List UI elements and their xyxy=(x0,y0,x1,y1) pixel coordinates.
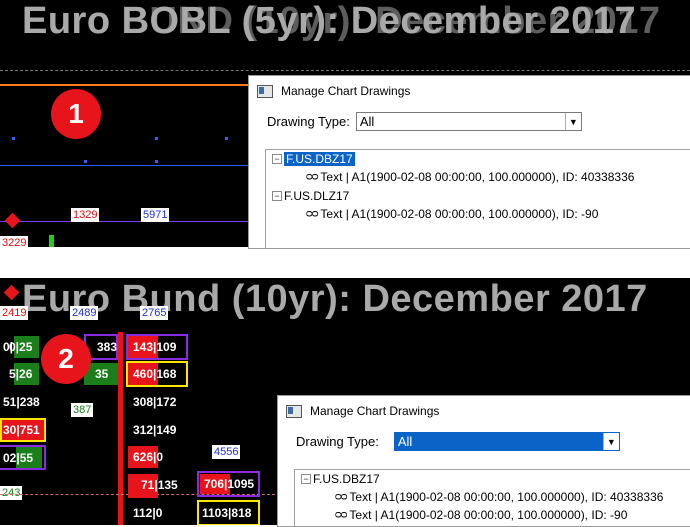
footprint-cell: 143|109 xyxy=(133,340,177,354)
glasses-icon: ᴑᴑ xyxy=(335,491,347,503)
footprint-cell: 1103|818 xyxy=(202,506,252,520)
tree-node-label: Text | A1(1900-02-08 00:00:00, 100.00000… xyxy=(349,508,628,522)
tree-node-label: F.US.DBZ17 xyxy=(284,152,355,166)
drawing-type-label: Drawing Type: xyxy=(267,114,350,129)
window-icon xyxy=(286,404,302,418)
footprint-cell: 626|0 xyxy=(133,450,164,464)
drawing-type-row: Drawing Type: All ▼ xyxy=(249,112,690,131)
tree-node-label: Text | A1(1900-02-08 00:00:00, 100.00000… xyxy=(320,170,635,184)
dialog-title-bar[interactable]: Manage Chart Drawings xyxy=(278,396,690,426)
footprint-cell: 312|149 xyxy=(133,423,177,437)
price-line-blue xyxy=(0,165,250,166)
chart-title: Euro Bund (10yr): December 2017 xyxy=(22,278,648,320)
footprint-cell: 706|1095 xyxy=(204,477,255,491)
footprint-cell: 0|25 xyxy=(9,340,33,354)
chevron-down-icon[interactable]: ▼ xyxy=(564,113,581,130)
footprint-cell: 71|135 xyxy=(141,478,178,492)
drawing-type-select[interactable]: All ▼ xyxy=(393,432,620,451)
tree-node-symbol[interactable]: − F.US.DBZ17 xyxy=(301,472,380,486)
glasses-icon: ᴑᴑ xyxy=(335,509,347,521)
marker-dot xyxy=(84,160,87,163)
step-badge-2: 2 xyxy=(41,334,91,384)
drawing-type-select[interactable]: All ▼ xyxy=(355,112,582,131)
footprint-cell: 112|0 xyxy=(133,506,163,520)
drawing-type-value: All xyxy=(359,114,375,129)
footprint-cell: 5|26 xyxy=(9,367,33,381)
tree-node-label: Text | A1(1900-02-08 00:00:00, 100.00000… xyxy=(320,207,599,221)
glasses-icon: ᴑᴑ xyxy=(306,208,318,220)
volume-label: 243 xyxy=(0,486,23,500)
marker-dot xyxy=(155,160,158,163)
volume-label: 3229 xyxy=(0,236,29,247)
footprint-cell: 383 xyxy=(97,340,118,354)
dialog-title: Manage Chart Drawings xyxy=(281,84,411,98)
volume-label: 1329 xyxy=(71,208,100,222)
marker-dot xyxy=(12,137,15,140)
tree-node-drawing[interactable]: ᴑᴑ Text | A1(1900-02-08 00:00:00, 100.00… xyxy=(306,207,598,221)
step-badge-1: 1 xyxy=(51,89,101,139)
volume-label: 387 xyxy=(71,403,94,417)
tree-node-label: F.US.DBZ17 xyxy=(313,472,380,486)
manage-drawings-dialog-2: Manage Chart Drawings Drawing Type: All … xyxy=(277,395,690,527)
minus-box-icon[interactable]: − xyxy=(301,474,311,484)
volume-label: 2419 xyxy=(0,306,29,320)
marker-dot xyxy=(155,137,158,140)
red-diamond-icon xyxy=(4,212,21,229)
footprint-cell: 51|238 xyxy=(3,395,40,409)
footprint-cell: 02|55 xyxy=(3,451,34,465)
drawing-type-label: Drawing Type: xyxy=(296,434,379,449)
tree-node-drawing[interactable]: ᴑᴑ Text | A1(1900-02-08 00:00:00, 100.00… xyxy=(306,170,634,184)
chevron-down-icon[interactable]: ▼ xyxy=(602,433,619,450)
footprint-cell: 35 xyxy=(95,367,109,381)
volume-label: 2489 xyxy=(70,306,99,320)
chart-title: Euro BOBL (5yr): December 2017 xyxy=(22,0,637,42)
tree-node-label: Text | A1(1900-02-08 00:00:00, 100.00000… xyxy=(349,490,664,504)
price-line-purple xyxy=(0,221,250,222)
red-diamond-icon xyxy=(3,284,20,301)
drawing-type-row: Drawing Type: All ▼ xyxy=(278,432,690,451)
tree-node-symbol[interactable]: − F.US.DLZ17 xyxy=(272,189,349,203)
volume-label: 4556 xyxy=(212,445,241,459)
tree-node-drawing[interactable]: ᴑᴑ Text | A1(1900-02-08 00:00:00, 100.00… xyxy=(335,490,663,504)
green-bar xyxy=(49,235,54,247)
tree-node-drawing[interactable]: ᴑᴑ Text | A1(1900-02-08 00:00:00, 100.00… xyxy=(335,508,627,522)
grid-line-top xyxy=(0,70,690,71)
manage-drawings-dialog-1: Manage Chart Drawings Drawing Type: All … xyxy=(248,75,690,249)
minus-box-icon[interactable]: − xyxy=(272,191,282,201)
footprint-cell: 308|172 xyxy=(133,395,177,409)
drawing-type-value: All xyxy=(397,434,413,449)
marker-dot xyxy=(225,137,228,140)
volume-label: 2765 xyxy=(140,306,169,320)
volume-label: 5971 xyxy=(141,208,170,222)
price-column-bar xyxy=(118,332,123,525)
drawings-tree[interactable]: − F.US.DBZ17 ᴑᴑ Text | A1(1900-02-08 00:… xyxy=(265,149,690,248)
price-line-orange xyxy=(0,84,250,86)
tree-node-symbol[interactable]: − F.US.DBZ17 xyxy=(272,152,355,166)
footprint-cell: 460|168 xyxy=(133,367,177,381)
dialog-title-bar[interactable]: Manage Chart Drawings xyxy=(249,76,690,106)
tree-node-label: F.US.DLZ17 xyxy=(284,189,350,203)
drawings-tree[interactable]: − F.US.DBZ17 ᴑᴑ Text | A1(1900-02-08 00:… xyxy=(294,469,690,526)
minus-box-icon[interactable]: − xyxy=(272,154,282,164)
window-icon xyxy=(257,84,273,98)
glasses-icon: ᴑᴑ xyxy=(306,171,318,183)
footprint-cell: 30|751 xyxy=(3,423,40,437)
dialog-title: Manage Chart Drawings xyxy=(310,404,440,418)
